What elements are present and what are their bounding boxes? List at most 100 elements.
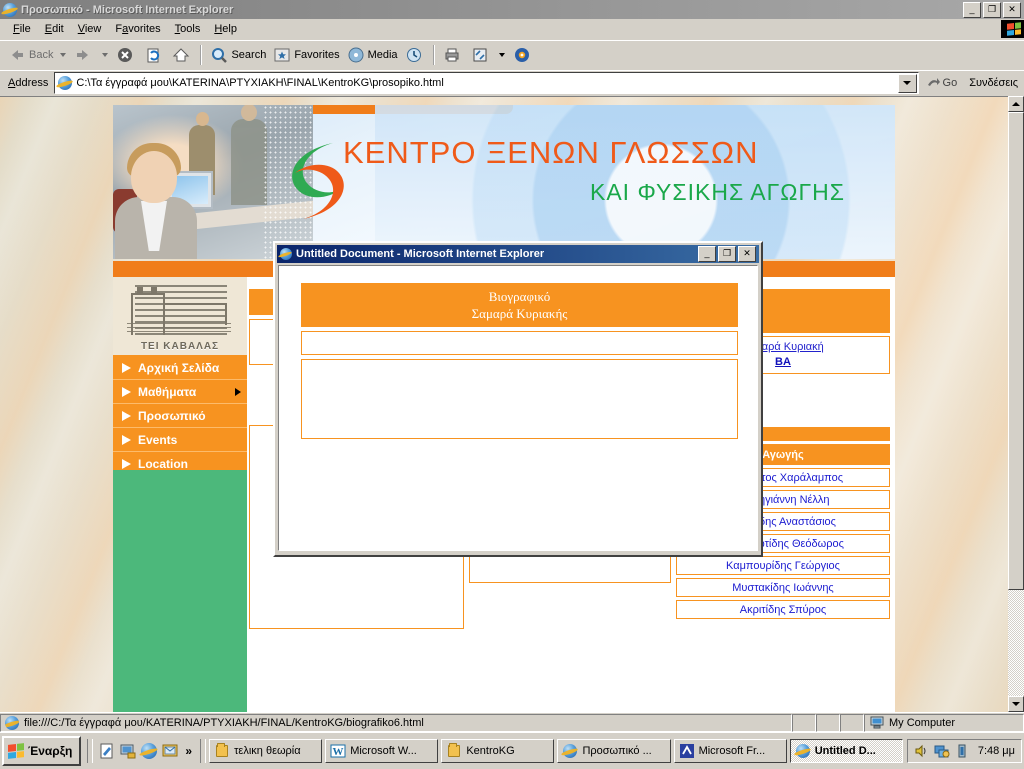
sidebar-item-courses[interactable]: Μαθήματα [113,380,247,404]
sidebar-item-events[interactable]: Events [113,428,247,452]
staff-name: Καμπουρίδης Γεώργιος [726,559,840,572]
address-dropdown-button[interactable] [897,73,917,93]
back-button[interactable]: Back [4,43,56,67]
ie-icon [795,743,811,759]
bullet-arrow-icon [122,362,131,373]
svg-text:W: W [333,746,344,758]
favorites-button[interactable]: Favorites [269,43,342,67]
back-history-chevron-icon[interactable] [60,53,67,57]
cv-heading-line2: Σαμαρά Κυριακής [471,306,568,321]
sidebar-item-label: Location [138,456,188,471]
ie-icon [562,743,578,759]
start-button[interactable]: Έναρξη [2,736,82,766]
go-button[interactable]: Go [919,75,964,91]
sidebar-green-fill [113,470,247,713]
page-icon [57,75,73,91]
stop-icon [115,45,135,65]
menu-help[interactable]: Help [207,21,244,37]
taskbar-clock[interactable]: 7:48 μμ [974,745,1015,757]
browser-window: Προσωπικό - Microsoft Internet Explorer … [0,0,1024,713]
scroll-down-button[interactable] [1008,696,1024,712]
scroll-up-button[interactable] [1008,96,1024,112]
menu-edit[interactable]: Edit [38,21,71,37]
cv-link-samara-degree[interactable]: BA [775,355,791,370]
popup-minimize-button[interactable]: _ [698,246,716,262]
page-scrollbar[interactable] [1008,96,1024,712]
refresh-button[interactable] [140,43,168,67]
list-item: Μυστακίδης Ιωάννης [676,578,890,597]
favorites-label: Favorites [294,49,340,61]
taskbar-separator-2 [200,739,207,763]
page-viewport: ΚΕΝΤΡΟ ΞΕΝΩΝ ΓΛΩΣΣΩΝ ΚΑΙ ΦΥΣΙΚΗΣ ΑΓΩΓΗΣ … [0,96,1024,713]
back-arrow-icon [7,45,27,65]
task-button[interactable]: KentroKG [441,739,555,763]
ie-icon[interactable] [140,742,158,760]
status-zone-panel: My Computer [864,714,1024,732]
list-item: Καμπουρίδης Γεώργιος [676,556,890,575]
home-button[interactable] [168,43,196,67]
popup-close-button[interactable]: ✕ [738,246,756,262]
task-button-active[interactable]: Untitled D... [789,739,903,763]
ie-icon [279,247,293,261]
sidebar-item-home[interactable]: Αρχική Σελίδα [113,356,247,380]
cv-heading: Βιογραφικό Σαμαρά Κυριακής [301,283,738,327]
favorites-star-icon [272,45,292,65]
staff-name: Μυστακίδης Ιωάννης [732,581,834,594]
battery-icon[interactable] [954,743,970,759]
frontpage-icon [679,743,695,759]
scrollbar-track[interactable] [1008,590,1024,696]
forward-history-chevron-icon[interactable] [102,53,109,57]
status-panel-2 [792,714,816,732]
minimize-button[interactable]: _ [963,1,981,18]
restore-button[interactable]: ❐ [983,1,1001,18]
media-label: Media [367,49,398,61]
sidebar-item-staff[interactable]: Προσωπικό [113,404,247,428]
tei-logo-caption: ΤΕΙ ΚΑΒΑΛΑΣ [140,341,220,352]
links-button[interactable]: Συνδέσεις [963,77,1024,89]
task-button[interactable]: τελικη θεωρία [209,739,323,763]
print-icon [442,45,462,65]
folder-icon [446,743,462,759]
popup-restore-button[interactable]: ❐ [718,246,736,262]
banner-text: ΚΕΝΤΡΟ ΞΕΝΩΝ ΓΛΩΣΣΩΝ ΚΑΙ ΦΥΣΙΚΗΣ ΑΓΩΓΗΣ [343,135,883,206]
task-label: Microsoft Fr... [698,745,766,757]
stop-button[interactable] [112,43,140,67]
print-button[interactable] [439,43,467,67]
media-button[interactable]: Media [343,43,401,67]
cv-field-box-1 [301,331,738,355]
cv-heading-line1: Βιογραφικό [488,289,551,304]
address-input[interactable]: C:\Τα έγγραφά μου\KATERINA\PTYXIAKH\FINA… [54,72,919,94]
menu-bar: File Edit View Favorites Tools Help [0,19,1024,40]
menu-view[interactable]: View [71,21,109,37]
messenger-icon [512,45,532,65]
edit-page-chevron-icon[interactable] [498,53,505,57]
close-button[interactable]: ✕ [1003,1,1021,18]
network-icon[interactable] [934,743,950,759]
show-desktop-icon[interactable] [98,742,116,760]
bullet-arrow-icon [122,410,131,421]
volume-icon[interactable] [914,743,930,759]
status-bar: file:///C:/Τα έγγραφά μου/KATERINA/PTYXI… [0,712,1024,733]
folder-icon [214,743,230,759]
quicklaunch-more-button[interactable]: » [182,744,195,758]
media-player-icon[interactable] [119,742,137,760]
task-button[interactable]: W Microsoft W... [325,739,439,763]
menu-tools[interactable]: Tools [168,21,208,37]
search-button[interactable]: Search [206,43,269,67]
popup-titlebar: Untitled Document - Microsoft Internet E… [277,245,759,263]
bullet-arrow-icon [122,458,131,469]
task-button[interactable]: Microsoft Fr... [673,739,787,763]
scrollbar-thumb[interactable] [1008,112,1024,590]
window-titlebar: Προσωπικό - Microsoft Internet Explorer … [0,0,1024,19]
messenger-button[interactable] [509,43,537,67]
menu-file[interactable]: File [6,21,38,37]
menu-favorites[interactable]: Favorites [108,21,167,37]
edit-page-button[interactable] [467,43,495,67]
outlook-express-icon[interactable] [161,742,179,760]
task-label: Microsoft W... [350,745,417,757]
task-button[interactable]: Προσωπικό ... [557,739,671,763]
history-button[interactable] [401,43,429,67]
bullet-arrow-icon [122,386,131,397]
taskbar-separator-1 [87,739,94,763]
forward-button[interactable] [70,43,98,67]
